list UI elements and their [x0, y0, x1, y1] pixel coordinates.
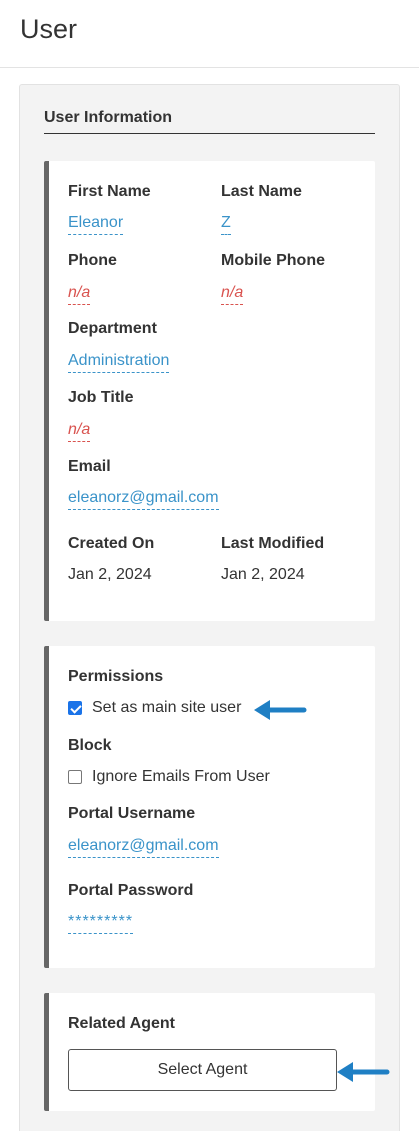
department-value[interactable]: Administration [68, 351, 170, 373]
page-title: User [20, 14, 78, 44]
created-on-label: Created On [68, 535, 155, 552]
created-on-value: Jan 2, 2024 [68, 566, 152, 583]
phone-label: Phone [68, 252, 117, 269]
section-divider [44, 133, 375, 134]
block-label: Block [68, 737, 112, 754]
last-modified-value: Jan 2, 2024 [221, 566, 305, 583]
email-label: Email [68, 458, 111, 475]
main-site-user-label: Set as main site user [92, 699, 242, 716]
checkbox-checked-icon[interactable] [68, 701, 82, 715]
page-header: User [0, 0, 419, 68]
permissions-label: Permissions [68, 668, 164, 685]
job-title-value[interactable]: n/a [68, 420, 91, 442]
related-agent-card: Related Agent Select Agent [44, 993, 375, 1111]
portal-username-value[interactable]: eleanorz@gmail.com [68, 836, 219, 858]
job-title-label: Job Title [68, 389, 134, 406]
portal-password-label: Portal Password [68, 882, 194, 899]
section-title: User Information [44, 109, 173, 126]
select-agent-button[interactable]: Select Agent [68, 1049, 337, 1091]
user-details-card: First Name Last Name Eleanor Z Phone Mob… [44, 161, 375, 621]
first-name-value[interactable]: Eleanor [68, 213, 124, 235]
related-agent-label: Related Agent [68, 1015, 175, 1032]
phone-value[interactable]: n/a [68, 283, 91, 305]
ignore-emails-checkbox[interactable]: Ignore Emails From User [68, 768, 270, 786]
email-value[interactable]: eleanorz@gmail.com [68, 488, 219, 510]
last-name-value[interactable]: Z [221, 213, 231, 235]
mobile-phone-value[interactable]: n/a [221, 283, 244, 305]
main-site-user-checkbox[interactable]: Set as main site user [68, 699, 241, 717]
portal-username-label: Portal Username [68, 805, 196, 822]
last-modified-label: Last Modified [221, 535, 325, 552]
checkbox-unchecked-icon[interactable] [68, 770, 82, 784]
portal-password-value[interactable]: ********* [68, 912, 134, 934]
first-name-label: First Name [68, 183, 151, 200]
department-label: Department [68, 320, 157, 337]
ignore-emails-label: Ignore Emails From User [92, 768, 270, 785]
user-information-panel: User Information First Name Last Name El… [19, 84, 400, 1131]
permissions-card: Permissions Set as main site user Block … [44, 646, 375, 968]
arrow-left-icon [337, 1062, 390, 1082]
arrow-left-icon [254, 700, 307, 720]
last-name-label: Last Name [221, 183, 302, 200]
mobile-phone-label: Mobile Phone [221, 252, 325, 269]
